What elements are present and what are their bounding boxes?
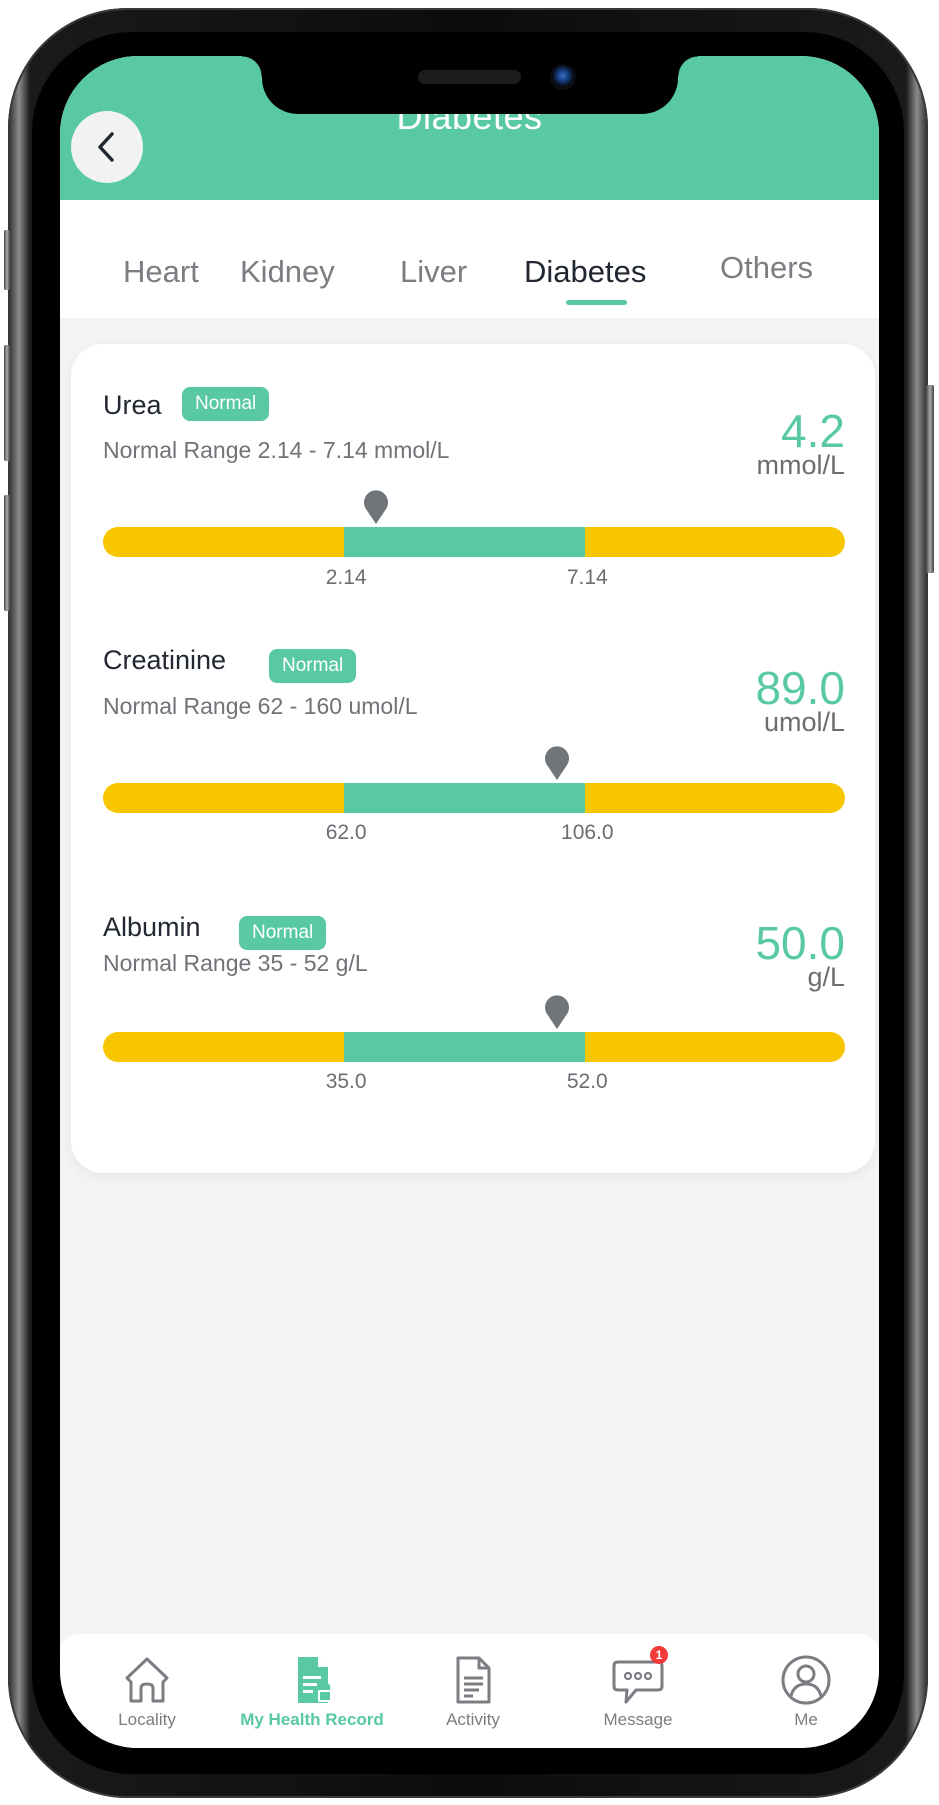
metric-unit: umol/L [763, 707, 845, 737]
volume-button [4, 495, 10, 611]
range-high-label: 52.0 [566, 1070, 608, 1093]
tab-diabetes[interactable]: Diabetes [524, 254, 646, 290]
value-marker-icon [362, 487, 390, 525]
category-tabs: Heart Kidney Liver Diabetes Others [60, 200, 879, 318]
nav-label: Activity [446, 1710, 500, 1729]
health-record-icon [298, 1657, 332, 1703]
metric-albumin: Albumin Normal Normal Range 35 - 52 g/L … [71, 866, 875, 1116]
chat-icon-wrapper: 1 [612, 1646, 668, 1706]
bottom-navigation: Locality My Health Record Activity 1 Mes… [60, 1634, 879, 1748]
user-icon [781, 1655, 831, 1705]
speaker-grille [418, 70, 521, 84]
range-high-label: 106.0 [561, 821, 614, 844]
device-notch [242, 56, 698, 114]
status-badge: Normal [239, 916, 327, 950]
metric-name: Creatinine [103, 645, 227, 675]
metric-name: Albumin [103, 912, 201, 942]
tab-kidney[interactable]: Kidney [240, 254, 335, 290]
nav-label: My Health Record [240, 1710, 384, 1729]
range-bar [103, 1032, 845, 1062]
nav-label: Me [794, 1710, 818, 1729]
volume-button [4, 345, 10, 461]
front-camera [550, 64, 576, 90]
metric-urea: Urea Normal Normal Range 2.14 - 7.14 mmo… [71, 344, 875, 594]
nav-message[interactable]: 1 Message [553, 1646, 723, 1730]
nav-activity[interactable]: Activity [388, 1654, 558, 1730]
range-bar [103, 783, 845, 813]
tab-others[interactable]: Others [720, 250, 813, 286]
normal-range-text: Normal Range 2.14 - 7.14 mmol/L [103, 437, 450, 463]
normal-range-text: Normal Range 62 - 160 umol/L [103, 693, 418, 719]
normal-range-segment [344, 527, 586, 557]
nav-locality[interactable]: Locality [62, 1654, 232, 1730]
notification-badge: 1 [650, 1646, 668, 1664]
range-bar [103, 527, 845, 557]
nav-me[interactable]: Me [721, 1654, 879, 1730]
tab-heart[interactable]: Heart [123, 254, 199, 290]
normal-range-text: Normal Range 35 - 52 g/L [103, 950, 368, 976]
normal-range-segment [344, 1032, 586, 1062]
normal-range-segment [344, 783, 586, 813]
nav-label: Locality [118, 1710, 176, 1729]
metric-unit: g/L [807, 962, 845, 992]
nav-my-health-record[interactable]: My Health Record [227, 1654, 397, 1730]
value-marker-icon [543, 992, 571, 1030]
value-marker-icon [543, 743, 571, 781]
range-low-label: 2.14 [325, 566, 367, 589]
metric-name: Urea [103, 390, 162, 420]
status-badge: Normal [182, 387, 270, 421]
metric-creatinine: Creatinine Normal Normal Range 62 - 160 … [71, 599, 875, 849]
status-badge: Normal [269, 649, 357, 683]
results-card: Urea Normal Normal Range 2.14 - 7.14 mmo… [71, 344, 875, 1173]
volume-button [4, 230, 10, 290]
range-low-label: 62.0 [325, 821, 367, 844]
app-screen: Diabetes Heart Kidney Liver Diabetes Oth… [60, 56, 879, 1748]
home-icon [125, 1657, 169, 1703]
metric-unit: mmol/L [756, 450, 845, 480]
nav-label: Message [603, 1710, 673, 1729]
range-high-label: 7.14 [566, 566, 608, 589]
side-button [926, 385, 934, 573]
active-tab-indicator [566, 300, 627, 305]
tab-liver[interactable]: Liver [400, 254, 467, 290]
range-low-label: 35.0 [325, 1070, 367, 1093]
document-icon [456, 1656, 491, 1704]
